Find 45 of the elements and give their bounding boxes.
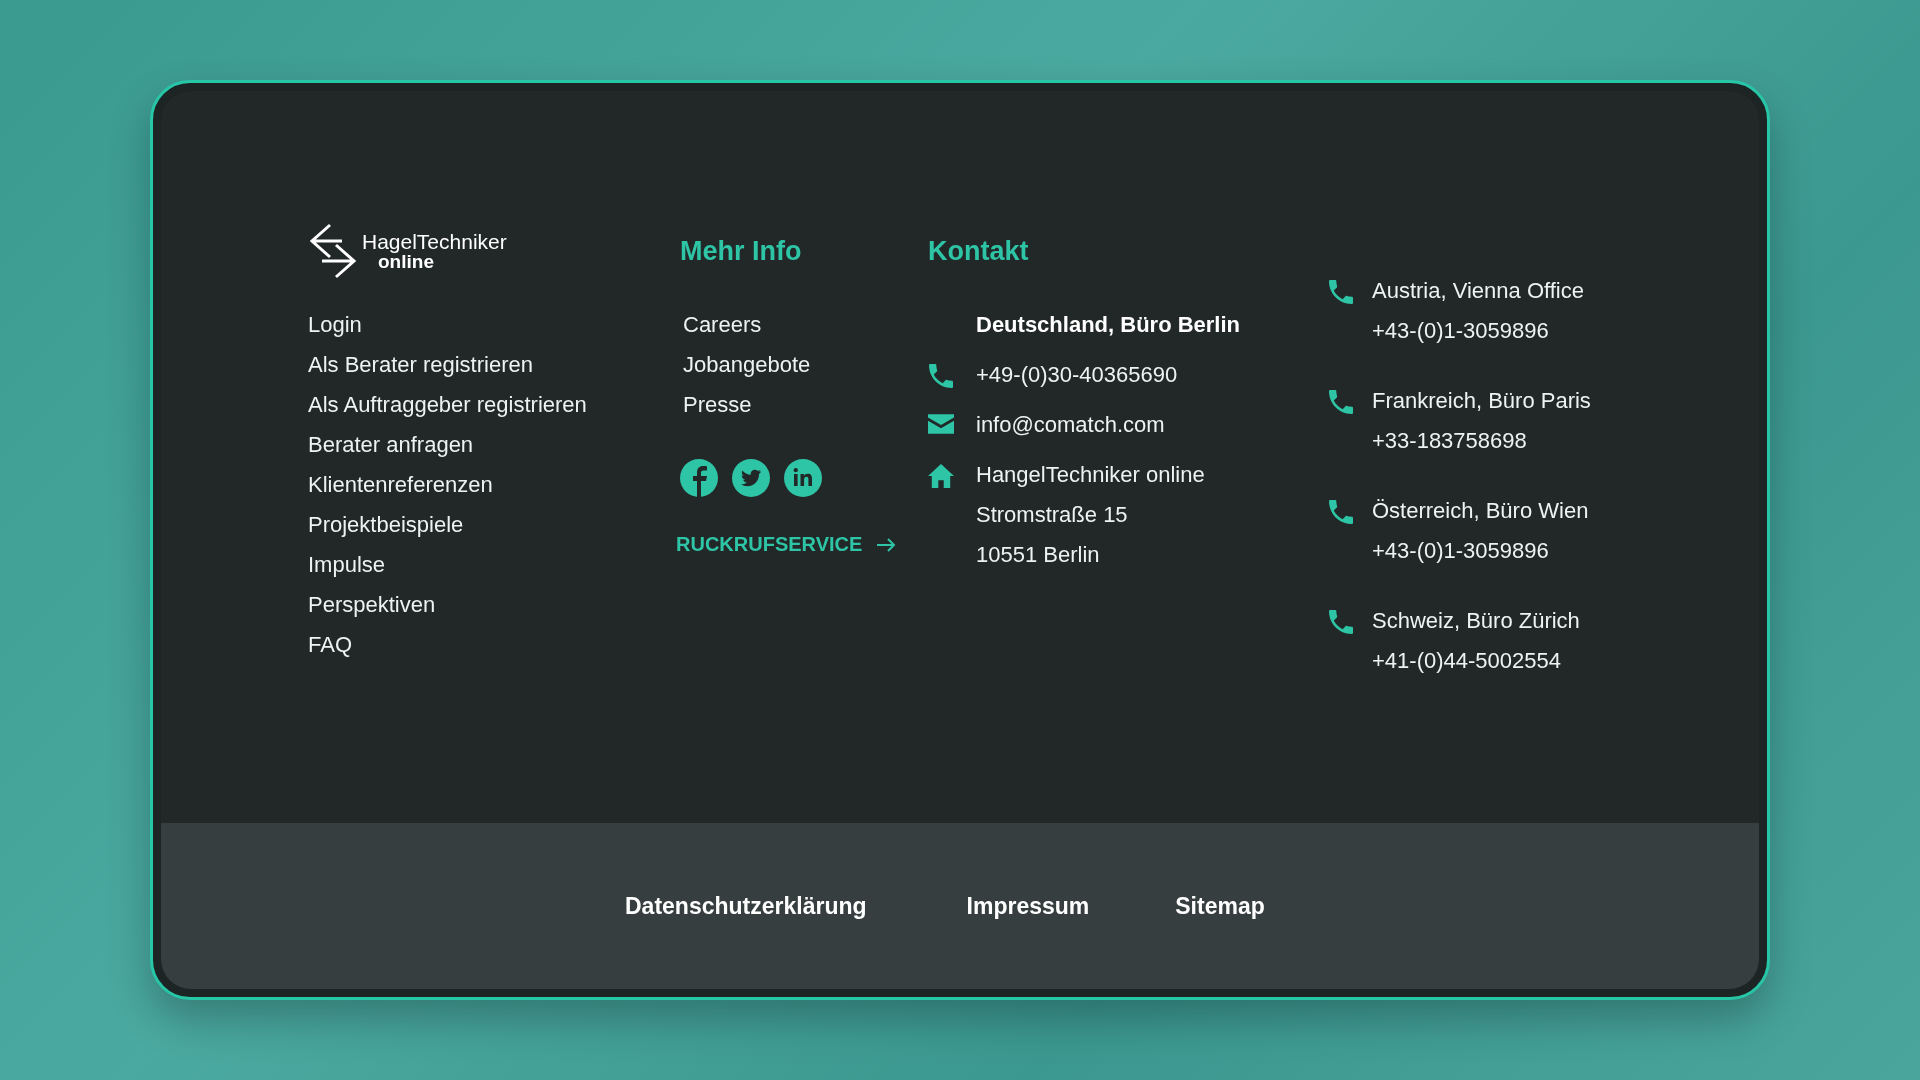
- footer-link[interactable]: Presse: [683, 385, 752, 425]
- phone-number[interactable]: +41-(0)44-5002554: [1372, 641, 1561, 681]
- footer-link[interactable]: FAQ: [308, 625, 352, 665]
- phone-icon: [1328, 610, 1354, 634]
- logo-text: HagelTechniker: [362, 231, 507, 252]
- office-title: Deutschland, Büro Berlin: [976, 311, 1242, 339]
- footer-link[interactable]: Careers: [683, 305, 762, 345]
- footer-link[interactable]: Jobangebote: [683, 345, 811, 385]
- address-line: HangelTechniker online: [976, 461, 1205, 489]
- phone-icon: [1328, 390, 1354, 414]
- footer-link[interactable]: Impulse: [308, 545, 386, 585]
- column-heading: Kontakt: [928, 235, 1030, 268]
- home-icon: [928, 464, 954, 488]
- footer-link[interactable]: Perspektiven: [308, 585, 436, 625]
- address-line: 10551 Berlin: [976, 541, 1100, 569]
- footer-link[interactable]: Berater anfragen: [308, 425, 474, 465]
- footer-link[interactable]: Als Auftraggeber registrieren: [308, 385, 587, 425]
- phone-number[interactable]: +49-(0)30-40365690: [976, 355, 1178, 395]
- footer-link[interactable]: Projektbeispiele: [308, 505, 464, 545]
- facebook-icon[interactable]: [680, 459, 718, 497]
- phone-icon: [1328, 500, 1354, 524]
- phone-icon: [928, 364, 954, 388]
- office-name: Österreich, Büro Wien: [1372, 497, 1589, 525]
- bottom-link[interactable]: Sitemap: [1175, 892, 1265, 920]
- footer-link[interactable]: Login: [308, 305, 362, 345]
- email-link[interactable]: info@comatch.com: [976, 405, 1165, 445]
- twitter-icon[interactable]: [732, 459, 770, 497]
- phone-icon: [1328, 280, 1354, 304]
- arrow-right-icon: [876, 537, 897, 552]
- envelope-icon: [928, 414, 954, 434]
- footer-link[interactable]: Klientenreferenzen: [308, 465, 493, 505]
- arrows-logo-icon: [308, 223, 358, 279]
- bottom-link[interactable]: Datenschutzerklärung: [625, 892, 867, 920]
- footer-link[interactable]: Als Berater registrieren: [308, 345, 533, 385]
- callback-link[interactable]: RUCKRUFSERVICE: [676, 533, 897, 556]
- linkedin-icon[interactable]: [784, 459, 822, 497]
- office-name: Austria, Vienna Office: [1372, 277, 1584, 305]
- phone-number[interactable]: +43-(0)1-3059896: [1372, 531, 1549, 571]
- phone-number[interactable]: +33-183758698: [1372, 421, 1527, 461]
- office-name: Schweiz, Büro Zürich: [1372, 607, 1580, 635]
- logo-subtext: online: [378, 252, 434, 271]
- bottom-link[interactable]: Impressum: [966, 892, 1090, 920]
- office-name: Frankreich, Büro Paris: [1372, 387, 1591, 415]
- address-line: Stromstraße 15: [976, 501, 1128, 529]
- phone-number[interactable]: +43-(0)1-3059896: [1372, 311, 1549, 351]
